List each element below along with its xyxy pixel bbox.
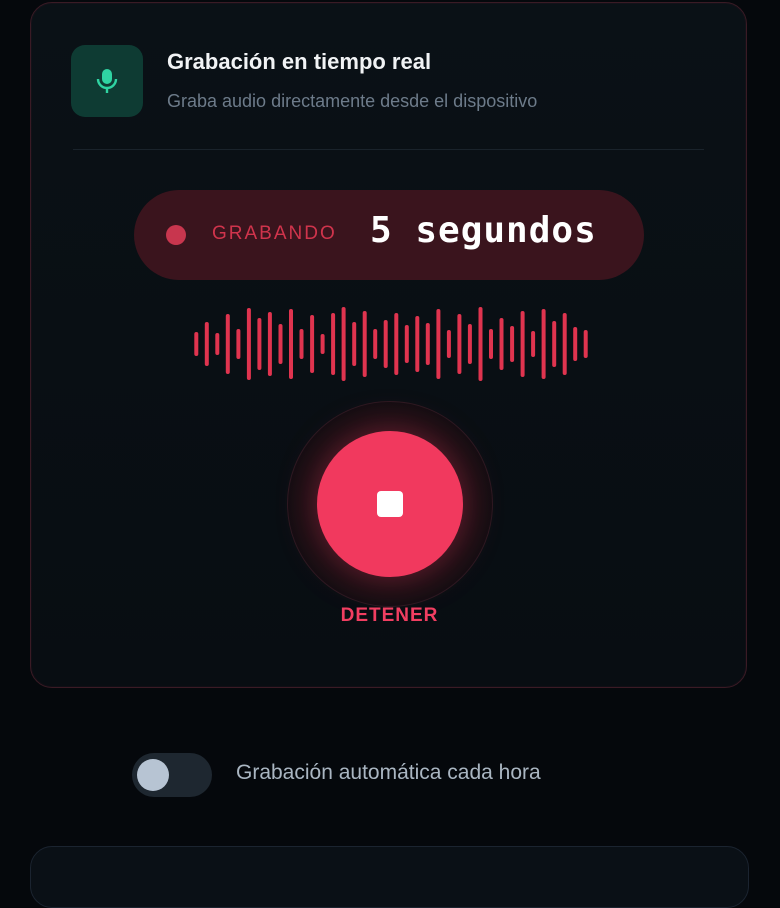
waveform-bar <box>415 316 420 372</box>
waveform-bar <box>310 315 315 373</box>
waveform-bar <box>425 323 430 365</box>
waveform-bar <box>204 322 209 366</box>
recording-dot-icon <box>166 225 186 245</box>
waveform-bar <box>194 332 199 356</box>
stop-button[interactable] <box>317 431 463 577</box>
waveform-bar <box>520 311 525 377</box>
waveform-bar <box>278 324 283 364</box>
waveform-bar <box>320 334 325 354</box>
waveform-bar <box>331 313 336 375</box>
card-title: Grabación en tiempo real <box>167 49 432 74</box>
stop-icon <box>377 491 403 517</box>
waveform-bar <box>383 320 388 368</box>
waveform-bar <box>446 330 451 358</box>
waveform-bar <box>573 327 578 361</box>
waveform-bar <box>352 322 357 366</box>
waveform-bar <box>541 309 546 379</box>
waveform-bar <box>404 325 409 363</box>
waveform-bar <box>457 314 462 374</box>
waveform-bar <box>341 307 346 381</box>
waveform-bar <box>373 329 378 359</box>
auto-record-toggle[interactable] <box>132 753 212 797</box>
recording-status: GRABANDO 5 segundos <box>134 190 644 280</box>
waveform-bar <box>489 329 493 359</box>
next-card <box>30 846 749 908</box>
recording-card: Grabación en tiempo real Graba audio dir… <box>30 2 747 688</box>
waveform-bar <box>236 329 241 359</box>
waveform-bar <box>467 324 472 364</box>
toggle-knob <box>137 759 169 791</box>
waveform-bar <box>225 314 230 374</box>
waveform-bar <box>562 313 567 375</box>
elapsed-time: 5 segundos <box>370 210 597 251</box>
waveform-bar <box>531 331 536 357</box>
waveform-bar <box>215 333 220 355</box>
auto-record-label: Grabación automática cada hora <box>236 761 541 784</box>
audio-waveform <box>194 307 588 381</box>
stop-label: DETENER <box>340 605 439 626</box>
waveform-bar <box>267 312 272 376</box>
waveform-bar <box>289 309 293 379</box>
divider <box>73 149 704 150</box>
waveform-bar <box>257 318 262 370</box>
waveform-bar <box>246 308 251 380</box>
microphone-icon <box>96 69 118 93</box>
waveform-bar <box>436 309 441 379</box>
microphone-icon-tile <box>71 45 143 117</box>
waveform-bar <box>510 326 515 362</box>
waveform-bar <box>394 313 399 375</box>
waveform-bar <box>552 321 557 367</box>
waveform-bar <box>583 330 588 358</box>
card-subtitle: Graba audio directamente desde el dispos… <box>167 91 538 111</box>
waveform-bar <box>362 311 367 377</box>
waveform-bar <box>499 318 504 370</box>
status-label: GRABANDO <box>212 223 337 244</box>
waveform-bar <box>478 307 483 381</box>
waveform-bar <box>299 329 304 359</box>
